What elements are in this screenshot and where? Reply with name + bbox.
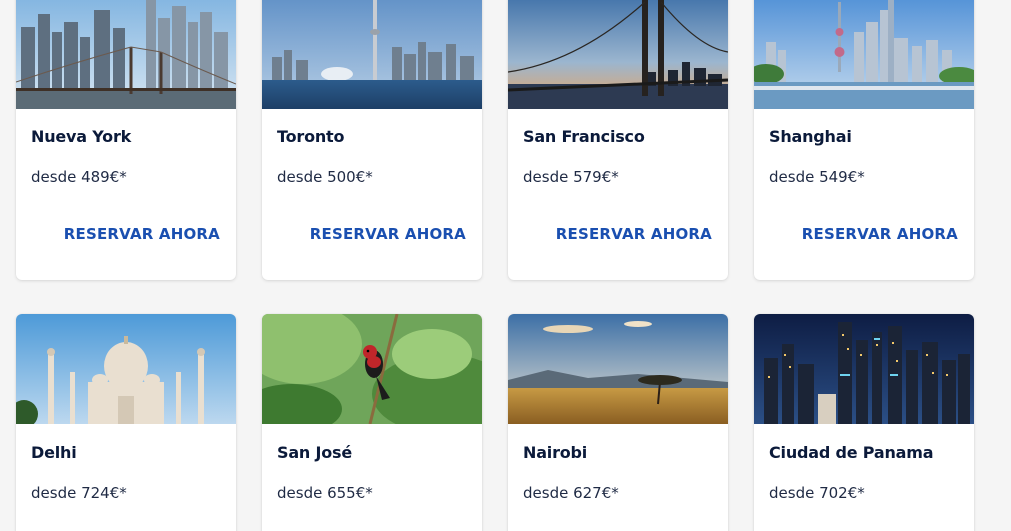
city-name: Toronto [277,127,345,146]
destination-card-nueva-york[interactable]: Nueva York desde 489€* RESERVAR AHORA [16,0,236,280]
book-now-button[interactable]: RESERVAR AHORA [802,225,958,243]
city-name: Ciudad de Panama [769,443,934,462]
city-name: Nairobi [523,443,588,462]
city-name: San José [277,443,353,462]
panama-photo[interactable] [754,314,974,424]
destinations-grid: Nueva York desde 489€* RESERVAR AHORA To… [0,0,1011,531]
city-name: San Francisco [523,127,645,146]
destination-card-shanghai[interactable]: Shanghai desde 549€* RESERVAR AHORA [754,0,974,280]
delhi-photo[interactable] [16,314,236,424]
destination-card-nairobi[interactable]: Nairobi desde 627€* [508,314,728,531]
shanghai-photo[interactable] [754,0,974,109]
city-name: Delhi [31,443,77,462]
price-label: desde 724€* [31,484,127,502]
san-jose-photo[interactable] [262,314,482,424]
destination-card-ciudad-de-panama[interactable]: Ciudad de Panama desde 702€* [754,314,974,531]
price-label: desde 702€* [769,484,865,502]
price-label: desde 500€* [277,168,373,186]
price-label: desde 549€* [769,168,865,186]
city-name: Nueva York [31,127,132,146]
price-label: desde 655€* [277,484,373,502]
destination-card-toronto[interactable]: Toronto desde 500€* RESERVAR AHORA [262,0,482,280]
new-york-photo[interactable] [16,0,236,109]
city-name: Shanghai [769,127,852,146]
san-francisco-photo[interactable] [508,0,728,109]
nairobi-photo[interactable] [508,314,728,424]
price-label: desde 489€* [31,168,127,186]
destination-card-san-francisco[interactable]: San Francisco desde 579€* RESERVAR AHORA [508,0,728,280]
book-now-button[interactable]: RESERVAR AHORA [556,225,712,243]
toronto-photo[interactable] [262,0,482,109]
price-label: desde 579€* [523,168,619,186]
destination-card-delhi[interactable]: Delhi desde 724€* [16,314,236,531]
book-now-button[interactable]: RESERVAR AHORA [64,225,220,243]
book-now-button[interactable]: RESERVAR AHORA [310,225,466,243]
destination-card-san-jose[interactable]: San José desde 655€* [262,314,482,531]
price-label: desde 627€* [523,484,619,502]
